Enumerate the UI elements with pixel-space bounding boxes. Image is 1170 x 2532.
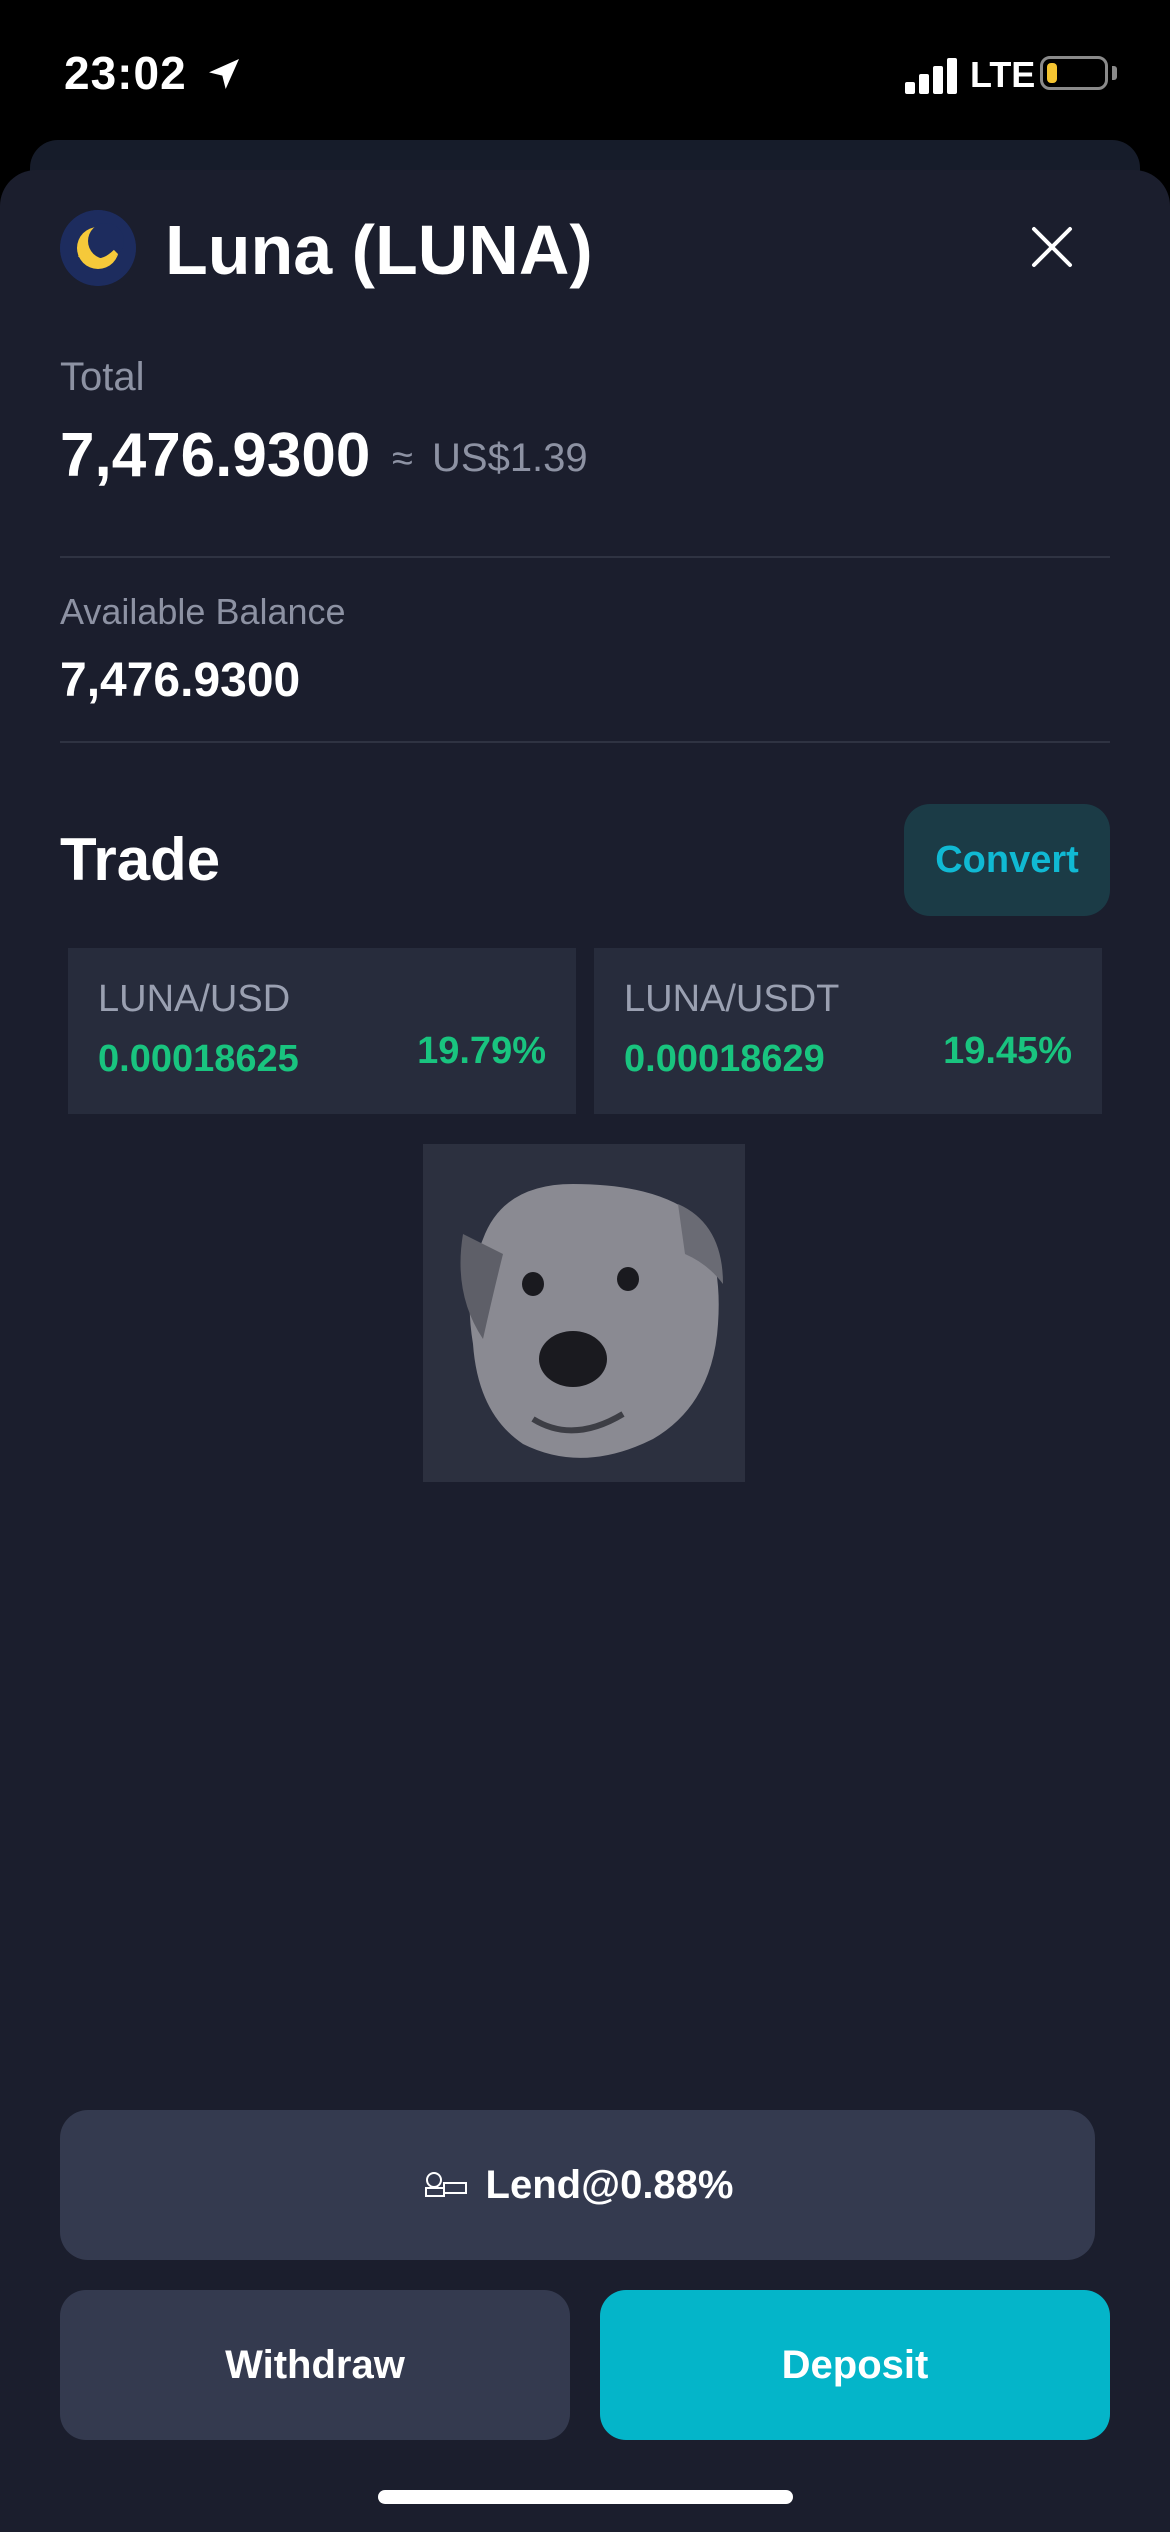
market-card-luna-usd[interactable]: LUNA/USD 0.00018625 19.79%	[68, 948, 576, 1114]
total-value: 7,476.9300	[60, 421, 371, 490]
available-balance-label: Available Balance	[60, 591, 346, 632]
market-change: 19.45%	[943, 1030, 1072, 1072]
trade-title: Trade	[60, 826, 221, 893]
market-price: 0.00018625	[98, 1038, 299, 1080]
market-pair: LUNA/USDT	[624, 978, 840, 1020]
home-indicator[interactable]	[378, 2490, 793, 2504]
market-change: 19.79%	[417, 1030, 546, 1072]
battery-cap	[1112, 66, 1117, 80]
lend-hand-coin-icon	[424, 2172, 467, 2197]
lend-button[interactable]: Lend@0.88%	[60, 2110, 1095, 2260]
status-time: 23:02	[64, 47, 187, 99]
deposit-button[interactable]: Deposit	[600, 2290, 1110, 2440]
fiat-value: US$1.39	[432, 436, 588, 480]
convert-button[interactable]: Convert	[904, 804, 1110, 916]
battery-icon	[1040, 56, 1108, 90]
signal-strength-icon	[905, 58, 959, 94]
dog-mascot-image	[423, 1144, 745, 1482]
close-icon[interactable]	[1020, 215, 1084, 279]
available-balance-value: 7,476.9300	[60, 654, 301, 707]
status-bar: 23:02 LTE	[0, 0, 1170, 140]
market-card-luna-usdt[interactable]: LUNA/USDT 0.00018629 19.45%	[594, 948, 1102, 1114]
location-arrow-icon	[209, 59, 239, 89]
market-price: 0.00018629	[624, 1038, 825, 1080]
withdraw-button[interactable]: Withdraw	[60, 2290, 570, 2440]
approx-symbol: ≈	[392, 438, 413, 480]
divider	[60, 556, 1110, 558]
luna-coin-icon	[60, 210, 136, 286]
divider	[60, 741, 1110, 743]
total-label: Total	[60, 355, 145, 399]
market-pair: LUNA/USD	[98, 978, 291, 1020]
page-title: Luna (LUNA)	[165, 211, 593, 289]
network-type: LTE	[970, 54, 1036, 95]
lend-label: Lend@0.88%	[485, 2162, 734, 2207]
